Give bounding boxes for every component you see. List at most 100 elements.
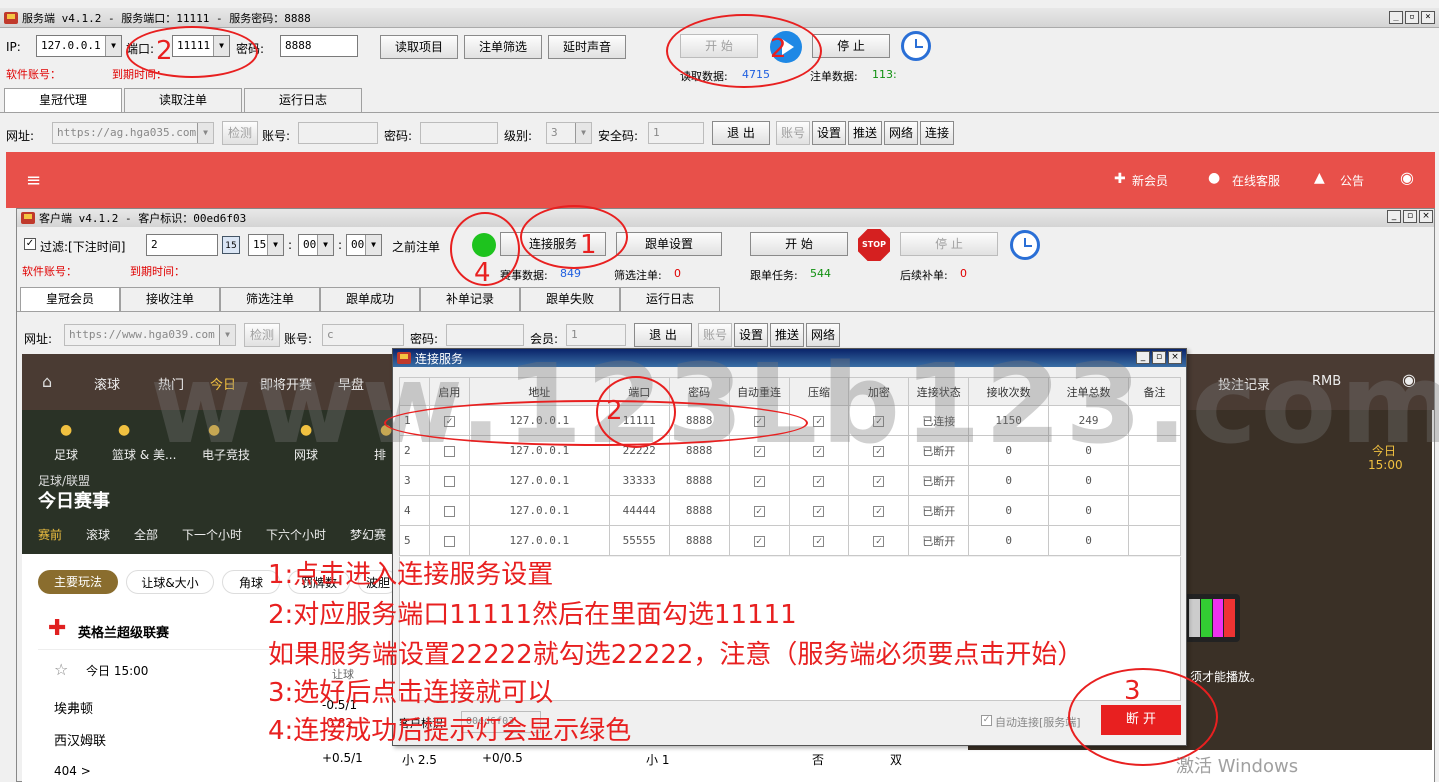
odds-cell[interactable]: +0.5/1 [322, 751, 363, 765]
chevron-down-icon[interactable]: ▼ [105, 36, 121, 56]
bet-filter-button[interactable]: 注单筛选 [464, 35, 542, 59]
follow-settings-button[interactable]: 跟单设置 [616, 232, 722, 256]
minimize-icon[interactable]: _ [1389, 11, 1403, 24]
tab-client-4[interactable]: 补单记录 [420, 287, 520, 311]
tab-client-2[interactable]: 筛选注单 [220, 287, 320, 311]
odds-cell[interactable]: 小 2.5 [402, 751, 437, 768]
ip-input[interactable]: 127.0.0.1 ▼ [36, 35, 122, 57]
row-checkbox[interactable]: ✓ [813, 475, 825, 487]
new-member-link[interactable]: 新会员 [1132, 172, 1168, 189]
row-checkbox[interactable]: ✓ [873, 535, 885, 547]
minute-select[interactable]: 00 ▼ [298, 234, 334, 256]
password-input[interactable]: 8888 [280, 35, 358, 57]
account-input[interactable] [298, 122, 378, 144]
filter-chip[interactable]: 主要玩法 [38, 570, 118, 594]
sport-icon[interactable]: ● [60, 422, 72, 438]
sub-nav-item[interactable]: 全部 [134, 526, 158, 543]
second-select[interactable]: 00 ▼ [346, 234, 382, 256]
sub-nav-item[interactable]: 滚球 [86, 526, 110, 543]
team-away: 西汉姆联 [54, 734, 107, 749]
chevron-down-icon[interactable]: ▼ [267, 235, 283, 255]
site-nav-item[interactable]: 滚球 [94, 374, 120, 393]
safe-code-input[interactable]: 1 [648, 122, 704, 144]
date-input[interactable]: 2 [146, 234, 218, 256]
odds-cell[interactable]: +0/0.5 [482, 751, 523, 765]
check-button[interactable]: 检测 [222, 121, 258, 145]
tab-run-log[interactable]: 运行日志 [244, 88, 362, 112]
sub-nav-item[interactable]: 梦幻赛 [350, 526, 386, 543]
add-user-icon[interactable]: ✚ [1114, 171, 1126, 187]
clock-icon[interactable] [1010, 230, 1040, 260]
chevron-down-icon[interactable]: ▼ [317, 235, 333, 255]
odds-cell[interactable]: 否 [812, 751, 824, 768]
notice-link[interactable]: 公告 [1340, 172, 1364, 189]
sub-nav-item[interactable]: 下一个小时 [182, 526, 242, 543]
sport-item[interactable]: 足球 [54, 446, 78, 463]
chevron-down-icon[interactable]: ▼ [365, 235, 381, 255]
connect-button[interactable]: 连接 [920, 121, 954, 145]
password-input-2[interactable] [420, 122, 498, 144]
menu-icon[interactable]: ≡ [26, 170, 41, 191]
tab-client-0[interactable]: 皇冠会员 [20, 287, 120, 311]
minimize-icon[interactable]: _ [1387, 210, 1401, 223]
more-count[interactable]: 404 > [54, 764, 91, 778]
table-row[interactable]: 4 127.0.0.1 44444 8888 ✓ ✓ ✓ 已断开 0 0 [399, 495, 1181, 526]
odds-cell[interactable]: 双 [890, 751, 902, 768]
bell-icon[interactable]: ▲ [1314, 170, 1325, 186]
chat-icon[interactable]: ● [1208, 170, 1220, 186]
odds-cell[interactable]: 小 1 [646, 751, 669, 768]
sub-nav-item[interactable]: 赛前 [38, 526, 62, 543]
sport-icon[interactable]: ● [118, 422, 130, 438]
url-select[interactable]: https://ag.hga035.com ▼ [52, 122, 214, 144]
tab-client-5[interactable]: 跟单失败 [520, 287, 620, 311]
chevron-down-icon[interactable]: ▼ [197, 123, 213, 143]
calendar-icon[interactable]: 15 [222, 236, 240, 254]
chevron-down-icon[interactable]: ▼ [575, 123, 591, 143]
row-checkbox[interactable] [443, 475, 455, 487]
level-select[interactable]: 3 ▼ [546, 122, 592, 144]
row-checkbox[interactable]: ✓ [813, 505, 825, 517]
logout-button[interactable]: 退 出 [712, 121, 770, 145]
close-icon[interactable]: × [1421, 11, 1435, 24]
tab-client-3[interactable]: 跟单成功 [320, 287, 420, 311]
client-start-button[interactable]: 开 始 [750, 232, 848, 256]
clock-icon[interactable] [901, 31, 931, 61]
restore-icon[interactable]: ▫ [1405, 11, 1419, 24]
row-checkbox[interactable] [443, 505, 455, 517]
user-icon[interactable]: ◉ [1400, 168, 1414, 187]
table-row[interactable]: 5 127.0.0.1 55555 8888 ✓ ✓ ✓ 已断开 0 0 [399, 525, 1181, 556]
close-icon[interactable]: × [1419, 210, 1433, 223]
filter-chip[interactable]: 让球&大小 [126, 570, 214, 594]
row-checkbox[interactable]: ✓ [753, 535, 765, 547]
read-project-button[interactable]: 读取项目 [380, 35, 458, 59]
delay-sound-button[interactable]: 延时声音 [548, 35, 626, 59]
home-icon[interactable]: ⌂ [42, 372, 52, 391]
table-row[interactable]: 3 127.0.0.1 33333 8888 ✓ ✓ ✓ 已断开 0 0 [399, 465, 1181, 496]
filter-checkbox[interactable]: ✓ [24, 238, 36, 250]
auto-connect-checkbox[interactable]: ✓ [981, 715, 992, 726]
server-stop-button[interactable]: 停 止 [812, 34, 890, 58]
row-checkbox[interactable]: ✓ [753, 505, 765, 517]
table-cell: 127.0.0.1 [468, 525, 610, 556]
star-icon[interactable]: ☆ [54, 660, 68, 679]
hour-select[interactable]: 15 ▼ [248, 234, 284, 256]
push-button[interactable]: 推送 [848, 121, 882, 145]
tab-crown-agent[interactable]: 皇冠代理 [4, 88, 122, 112]
tab-client-1[interactable]: 接收注单 [120, 287, 220, 311]
tab-client-6[interactable]: 运行日志 [620, 287, 720, 311]
row-checkbox[interactable] [443, 535, 455, 547]
row-checkbox[interactable]: ✓ [873, 475, 885, 487]
row-checkbox[interactable]: ✓ [753, 475, 765, 487]
sub-nav-item[interactable]: 下六个小时 [266, 526, 326, 543]
row-checkbox[interactable]: ✓ [813, 535, 825, 547]
account-button[interactable]: 账号 [776, 121, 810, 145]
maximize-icon[interactable]: ▫ [1403, 210, 1417, 223]
instruction-line-5: 4:连接成功后提示灯会显示绿色 [268, 716, 632, 746]
network-button[interactable]: 网络 [884, 121, 918, 145]
client-stop-button[interactable]: 停 止 [900, 232, 998, 256]
row-checkbox[interactable]: ✓ [873, 505, 885, 517]
settings-button[interactable]: 设置 [812, 121, 846, 145]
tab-read-bets[interactable]: 读取注单 [124, 88, 242, 112]
table-cell: 8888 [668, 465, 730, 496]
service-link[interactable]: 在线客服 [1232, 172, 1280, 189]
